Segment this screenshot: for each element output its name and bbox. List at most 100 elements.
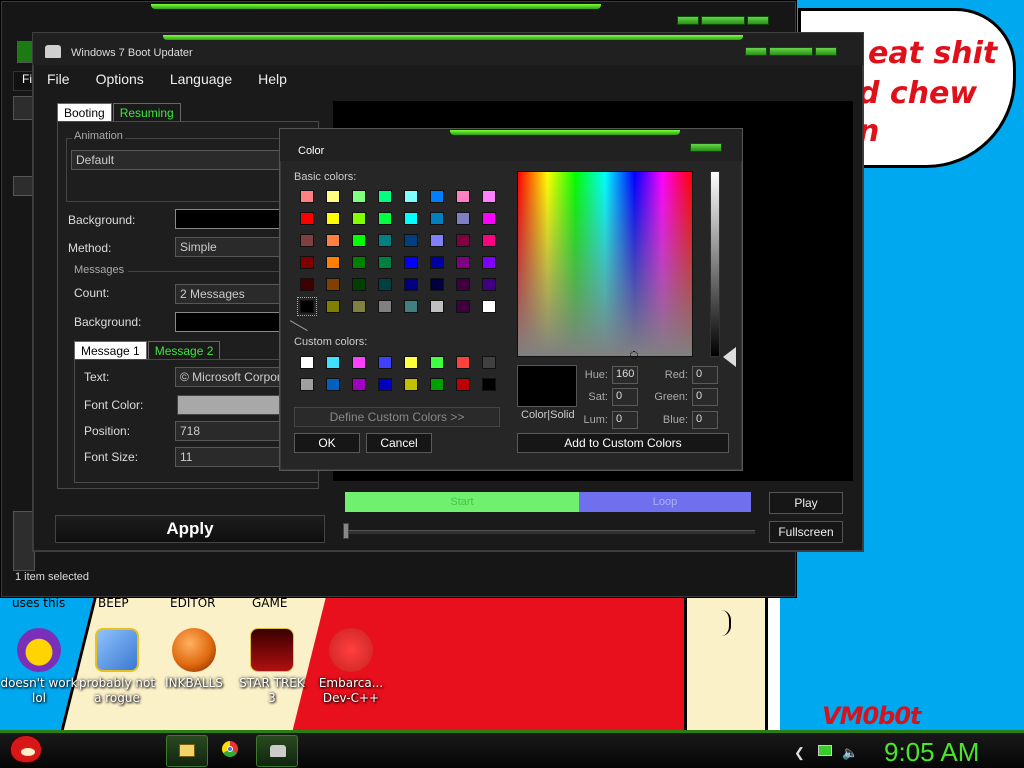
color-swatch[interactable] [326, 256, 340, 269]
color-swatch[interactable] [326, 212, 340, 225]
color-swatch[interactable] [300, 378, 314, 391]
define-custom-colors-button[interactable]: Define Custom Colors >> [294, 407, 500, 427]
play-button[interactable]: Play [769, 492, 843, 514]
color-swatch[interactable] [456, 234, 470, 247]
desktop-icon-devcpp[interactable]: Embarca... Dev-C++ [309, 628, 393, 706]
color-swatch[interactable] [378, 234, 392, 247]
color-swatch[interactable] [404, 234, 418, 247]
taskbar-boot-updater[interactable] [256, 735, 298, 767]
color-swatch[interactable] [430, 234, 444, 247]
menu-file[interactable]: File [43, 69, 74, 89]
minimize-button[interactable] [677, 16, 699, 25]
color-swatch[interactable] [482, 278, 496, 291]
timeline-thumb[interactable] [343, 523, 349, 539]
close-button[interactable] [690, 143, 722, 152]
color-swatch[interactable] [378, 378, 392, 391]
desktop-icon-star-trek[interactable]: STAR TREK 3 [230, 628, 314, 706]
tab-resuming[interactable]: Resuming [112, 103, 181, 122]
luminosity-arrow-icon[interactable] [723, 347, 736, 367]
fullscreen-button[interactable]: Fullscreen [769, 521, 843, 543]
chrome-icon[interactable] [222, 741, 238, 757]
color-swatch[interactable] [300, 278, 314, 291]
network-icon[interactable] [818, 745, 832, 756]
window-caption-buttons[interactable] [745, 47, 837, 56]
menu-options[interactable]: Options [92, 69, 148, 89]
color-swatch[interactable] [404, 300, 418, 313]
start-button[interactable] [6, 731, 46, 768]
color-swatch[interactable] [326, 300, 340, 313]
color-swatch[interactable] [430, 378, 444, 391]
color-swatch[interactable] [404, 356, 418, 369]
color-swatch[interactable] [482, 356, 496, 369]
color-swatch[interactable] [378, 256, 392, 269]
close-button[interactable] [747, 16, 769, 25]
hue-input[interactable]: 160 [612, 366, 638, 384]
maximize-button[interactable] [701, 16, 745, 25]
window-caption-buttons[interactable] [677, 16, 769, 25]
dialog-close-buttons[interactable] [690, 143, 722, 152]
menu-help[interactable]: Help [254, 69, 291, 89]
color-swatch[interactable] [378, 300, 392, 313]
color-swatch[interactable] [404, 190, 418, 203]
color-swatch[interactable] [352, 300, 366, 313]
color-swatch[interactable] [326, 378, 340, 391]
color-swatch[interactable] [404, 278, 418, 291]
color-swatch[interactable] [482, 190, 496, 203]
color-swatch[interactable] [430, 256, 444, 269]
show-hidden-icons-icon[interactable]: ❮ [794, 745, 805, 761]
color-swatch[interactable] [300, 356, 314, 369]
color-swatch[interactable] [404, 212, 418, 225]
color-swatch[interactable] [378, 190, 392, 203]
color-swatch[interactable] [300, 212, 314, 225]
color-swatch[interactable] [456, 190, 470, 203]
color-swatch[interactable] [378, 212, 392, 225]
color-swatch[interactable] [326, 278, 340, 291]
color-swatch[interactable] [482, 256, 496, 269]
color-swatch[interactable] [456, 378, 470, 391]
color-swatch[interactable] [352, 212, 366, 225]
cancel-button[interactable]: Cancel [366, 433, 432, 453]
apply-button[interactable]: Apply [55, 515, 325, 543]
volume-icon[interactable]: 🔈 [842, 745, 858, 761]
color-swatch[interactable] [326, 356, 340, 369]
desktop-icon-rogue[interactable]: probably not a rogue [75, 628, 159, 706]
color-swatch[interactable] [456, 256, 470, 269]
color-swatch[interactable] [352, 190, 366, 203]
color-swatch[interactable] [326, 234, 340, 247]
color-swatch[interactable] [378, 356, 392, 369]
color-swatch[interactable] [326, 190, 340, 203]
color-swatch[interactable] [482, 378, 496, 391]
color-swatch[interactable] [456, 356, 470, 369]
color-swatch[interactable] [352, 278, 366, 291]
color-swatch[interactable] [456, 300, 470, 313]
color-spectrum[interactable] [517, 171, 693, 357]
color-swatch[interactable] [300, 234, 314, 247]
color-swatch[interactable] [430, 300, 444, 313]
maximize-button[interactable] [769, 47, 813, 56]
taskbar-explorer[interactable] [166, 735, 208, 767]
color-swatch[interactable] [430, 356, 444, 369]
taskbar-clock[interactable]: 9:05 AM [884, 737, 979, 768]
color-swatch[interactable] [430, 212, 444, 225]
color-swatch[interactable] [430, 278, 444, 291]
color-swatch[interactable] [430, 190, 444, 203]
color-swatch[interactable] [352, 234, 366, 247]
tab-message-1[interactable]: Message 1 [74, 341, 147, 360]
color-swatch[interactable] [352, 356, 366, 369]
color-swatch[interactable] [378, 278, 392, 291]
tab-booting[interactable]: Booting [57, 103, 112, 122]
color-swatch[interactable] [456, 212, 470, 225]
ok-button[interactable]: OK [294, 433, 360, 453]
color-swatch[interactable] [300, 190, 314, 203]
luminosity-slider[interactable] [710, 171, 720, 357]
timeline-track[interactable] [345, 530, 755, 534]
blue-input[interactable]: 0 [692, 411, 718, 429]
color-swatch[interactable] [352, 378, 366, 391]
sat-input[interactable]: 0 [612, 388, 638, 406]
color-dialog[interactable]: Color Basic colors: Custom colors: Defin… [279, 128, 743, 471]
red-input[interactable]: 0 [692, 366, 718, 384]
tab-message-2[interactable]: Message 2 [147, 341, 221, 360]
color-swatch[interactable] [482, 234, 496, 247]
color-swatch[interactable] [404, 378, 418, 391]
green-input[interactable]: 0 [692, 388, 718, 406]
